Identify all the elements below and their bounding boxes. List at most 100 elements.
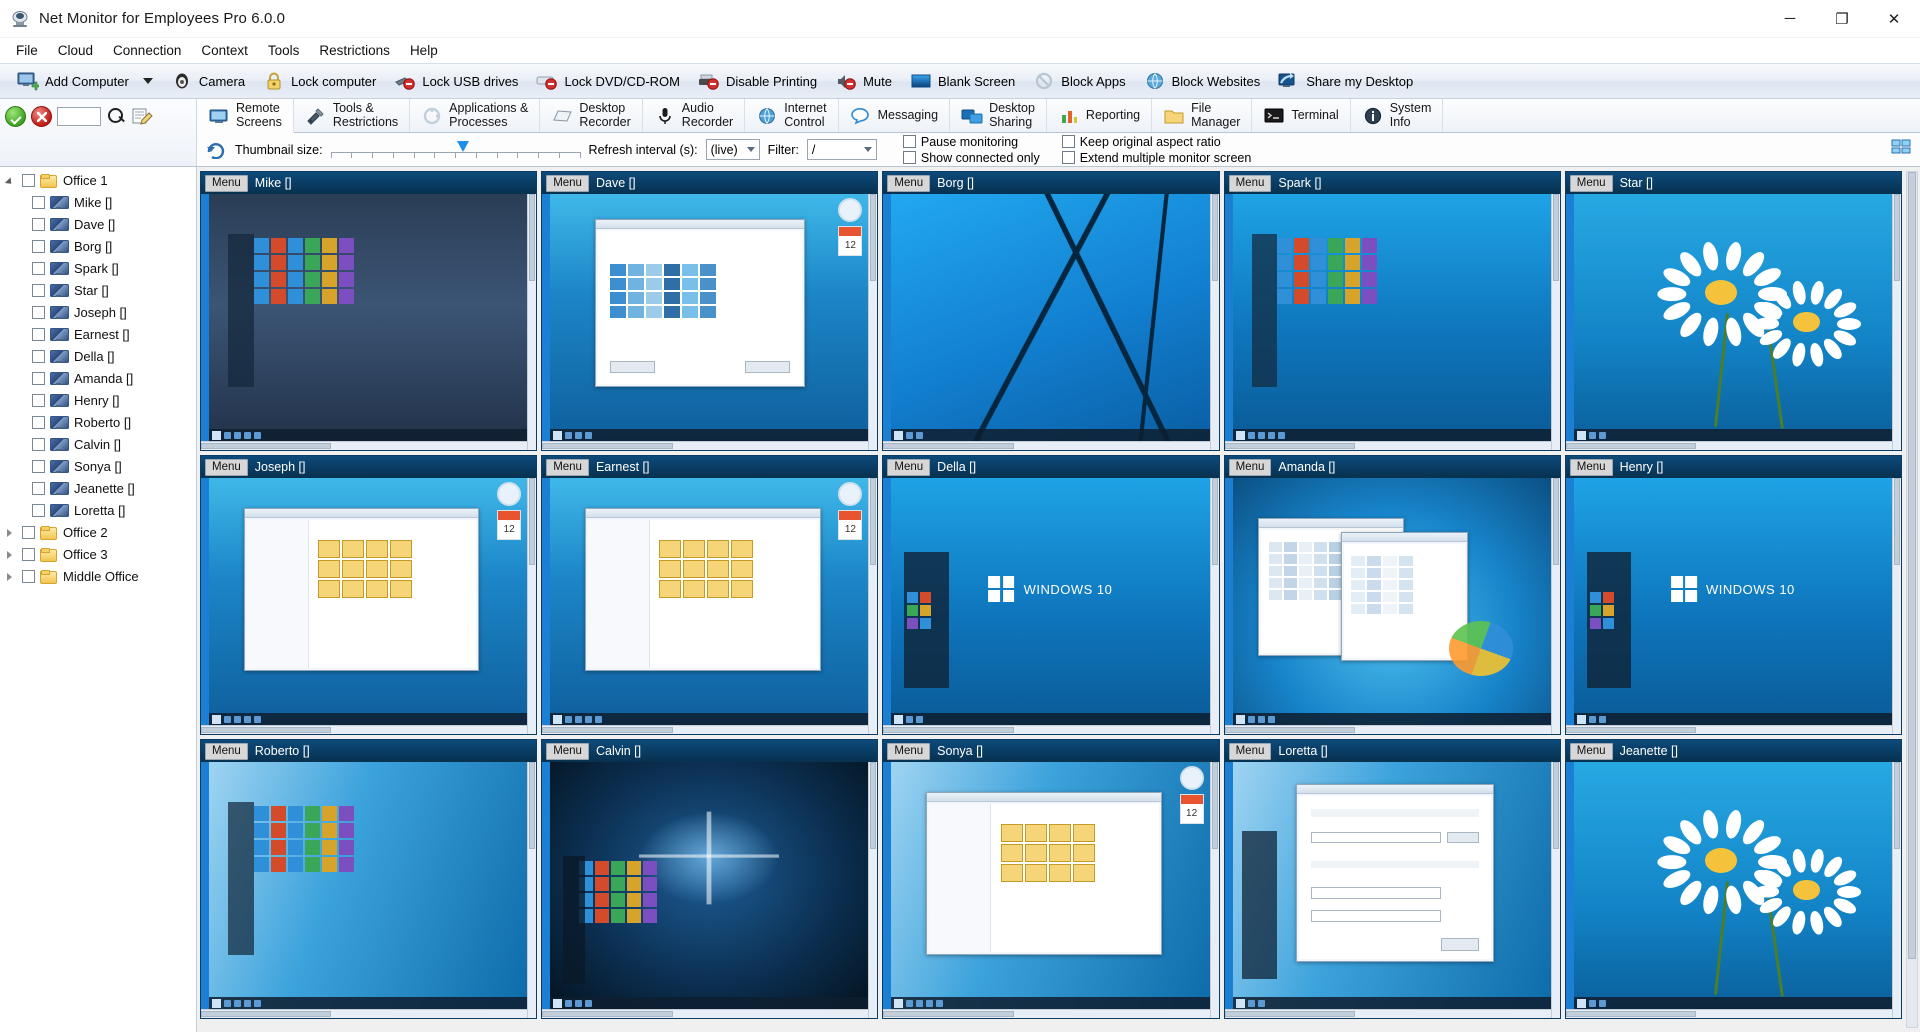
tree-node-roberto[interactable]: Roberto [] [0,411,196,433]
preview-horizontal-scrollbar[interactable] [542,441,868,450]
preview-horizontal-scrollbar[interactable] [542,1009,868,1018]
thumbnail-cell[interactable]: MenuSonya [] 12 [882,739,1219,1019]
menu-file[interactable]: File [6,40,48,61]
tree-node-checkbox[interactable] [32,284,45,297]
tree-node-checkbox[interactable] [32,262,45,275]
expand-arrow-open-icon[interactable] [4,174,17,187]
tree-node-henry[interactable]: Henry [] [0,389,196,411]
thumbnail-screen-body[interactable]: 12 [201,478,536,734]
remote-desktop-preview[interactable] [1233,762,1551,1009]
maximize-button[interactable]: ❐ [1816,0,1868,38]
checkbox-extend-multiple-monitor[interactable]: Extend multiple monitor screen [1062,151,1252,165]
toolbar-block-apps[interactable]: Block Apps [1024,66,1134,96]
thumbnail-menu-button[interactable]: Menu [1570,175,1613,192]
refresh-interval-select[interactable]: (live) [706,139,760,160]
tree-node-checkbox[interactable] [22,526,35,539]
tree-node-office-2[interactable]: Office 2 [0,521,196,543]
thumbnail-menu-button[interactable]: Menu [205,175,248,192]
tree-node-checkbox[interactable] [22,174,35,187]
remote-desktop-preview[interactable] [209,762,527,1009]
tree-node-checkbox[interactable] [32,372,45,385]
menu-cloud[interactable]: Cloud [48,40,103,61]
toolbar-disable-printing[interactable]: Disable Printing [689,66,826,96]
thumbnail-menu-button[interactable]: Menu [1570,459,1613,476]
tree-node-sonya[interactable]: Sonya [] [0,455,196,477]
tree-node-checkbox[interactable] [32,482,45,495]
thumbnail-menu-button[interactable]: Menu [546,743,589,760]
thumbnail-menu-button[interactable]: Menu [1229,175,1272,192]
toolbar-add-computer[interactable]: Add Computer [8,66,162,96]
toolbar-share-my-desktop[interactable]: Share my Desktop [1269,66,1422,96]
remote-desktop-preview[interactable] [1574,194,1892,441]
tree-node-earnest[interactable]: Earnest [] [0,323,196,345]
thumbnail-screen-body[interactable]: 12 [542,478,877,734]
remote-desktop-preview[interactable] [209,194,527,441]
tab-audio-recorder[interactable]: AudioRecorder [643,99,745,132]
refresh-icon[interactable] [205,141,227,159]
tree-node-checkbox[interactable] [32,328,45,341]
tree-node-office-1[interactable]: Office 1 [0,169,196,191]
thumbnail-cell[interactable]: MenuEarnest [] 12 [541,455,878,735]
preview-vertical-scrollbar[interactable] [527,478,536,734]
tree-node-checkbox[interactable] [32,504,45,517]
preview-vertical-scrollbar[interactable] [1210,762,1219,1018]
preview-horizontal-scrollbar[interactable] [1225,441,1551,450]
thumbnail-menu-button[interactable]: Menu [546,175,589,192]
filter-select[interactable]: / [807,139,877,160]
tab-reporting[interactable]: Reporting [1047,99,1152,132]
cancel-cross-icon[interactable] [31,106,52,127]
preview-horizontal-scrollbar[interactable] [883,441,1209,450]
tree-node-mike[interactable]: Mike [] [0,191,196,213]
tree-node-jeanette[interactable]: Jeanette [] [0,477,196,499]
thumbnail-cell[interactable]: MenuJoseph [] 12 [200,455,537,735]
thumbnail-menu-button[interactable]: Menu [1570,743,1613,760]
remote-desktop-preview[interactable]: 12 [550,478,868,725]
tree-node-calvin[interactable]: Calvin [] [0,433,196,455]
tab-terminal[interactable]: Terminal [1252,99,1350,132]
toolbar-mute[interactable]: Mute [826,66,901,96]
preview-vertical-scrollbar[interactable] [527,194,536,450]
tree-node-checkbox[interactable] [32,460,45,473]
thumbnail-cell[interactable]: MenuDave [] 12 [541,171,878,451]
thumbnail-menu-button[interactable]: Menu [546,459,589,476]
thumbnail-cell[interactable]: MenuStar [] [1565,171,1902,451]
menu-connection[interactable]: Connection [103,40,191,61]
tab-messaging[interactable]: Messaging [839,99,950,132]
preview-horizontal-scrollbar[interactable] [542,725,868,734]
tree-node-borg[interactable]: Borg [] [0,235,196,257]
toolbar-block-websites[interactable]: Block Websites [1135,66,1270,96]
tab-remote-screens[interactable]: RemoteScreens [197,99,294,133]
preview-vertical-scrollbar[interactable] [1892,194,1901,450]
thumbnail-cell[interactable]: MenuCalvin [] [541,739,878,1019]
thumbnail-screen-body[interactable] [1566,194,1901,450]
search-icon[interactable] [106,106,126,126]
toolbar-blank-screen[interactable]: Blank Screen [901,66,1024,96]
thumbnail-screen-body[interactable]: WINDOWS 10 [883,478,1218,734]
thumbnail-cell[interactable]: MenuRoberto [] [200,739,537,1019]
tree-node-checkbox[interactable] [32,438,45,451]
thumbnail-cell[interactable]: MenuAmanda [] [1224,455,1561,735]
tree-node-checkbox[interactable] [32,394,45,407]
remote-desktop-preview[interactable] [891,194,1209,441]
toolbar-camera[interactable]: Camera [162,66,254,96]
preview-vertical-scrollbar[interactable] [868,478,877,734]
tab-desktop-sharing[interactable]: DesktopSharing [950,99,1047,132]
thumbnail-cell[interactable]: MenuBorg [] [882,171,1219,451]
grid-scrollbar[interactable] [1906,171,1918,1028]
preview-vertical-scrollbar[interactable] [1210,194,1219,450]
tree-node-loretta[interactable]: Loretta [] [0,499,196,521]
tab-internet-control[interactable]: InternetControl [745,99,838,132]
tree-node-checkbox[interactable] [32,196,45,209]
thumbnail-screen-body[interactable]: WINDOWS 10 [1566,478,1901,734]
tree-node-spark[interactable]: Spark [] [0,257,196,279]
thumbnail-screen-body[interactable] [1225,762,1560,1018]
thumbnail-screen-body[interactable] [883,194,1218,450]
thumbnail-screen-body[interactable] [201,762,536,1018]
menu-tools[interactable]: Tools [258,40,310,61]
menu-context[interactable]: Context [191,40,258,61]
tree-node-checkbox[interactable] [32,218,45,231]
expand-arrow-closed-icon[interactable] [4,570,17,583]
search-input[interactable] [57,107,101,126]
thumbnail-cell[interactable]: MenuMike [] [200,171,537,451]
expand-arrow-closed-icon[interactable] [4,526,17,539]
